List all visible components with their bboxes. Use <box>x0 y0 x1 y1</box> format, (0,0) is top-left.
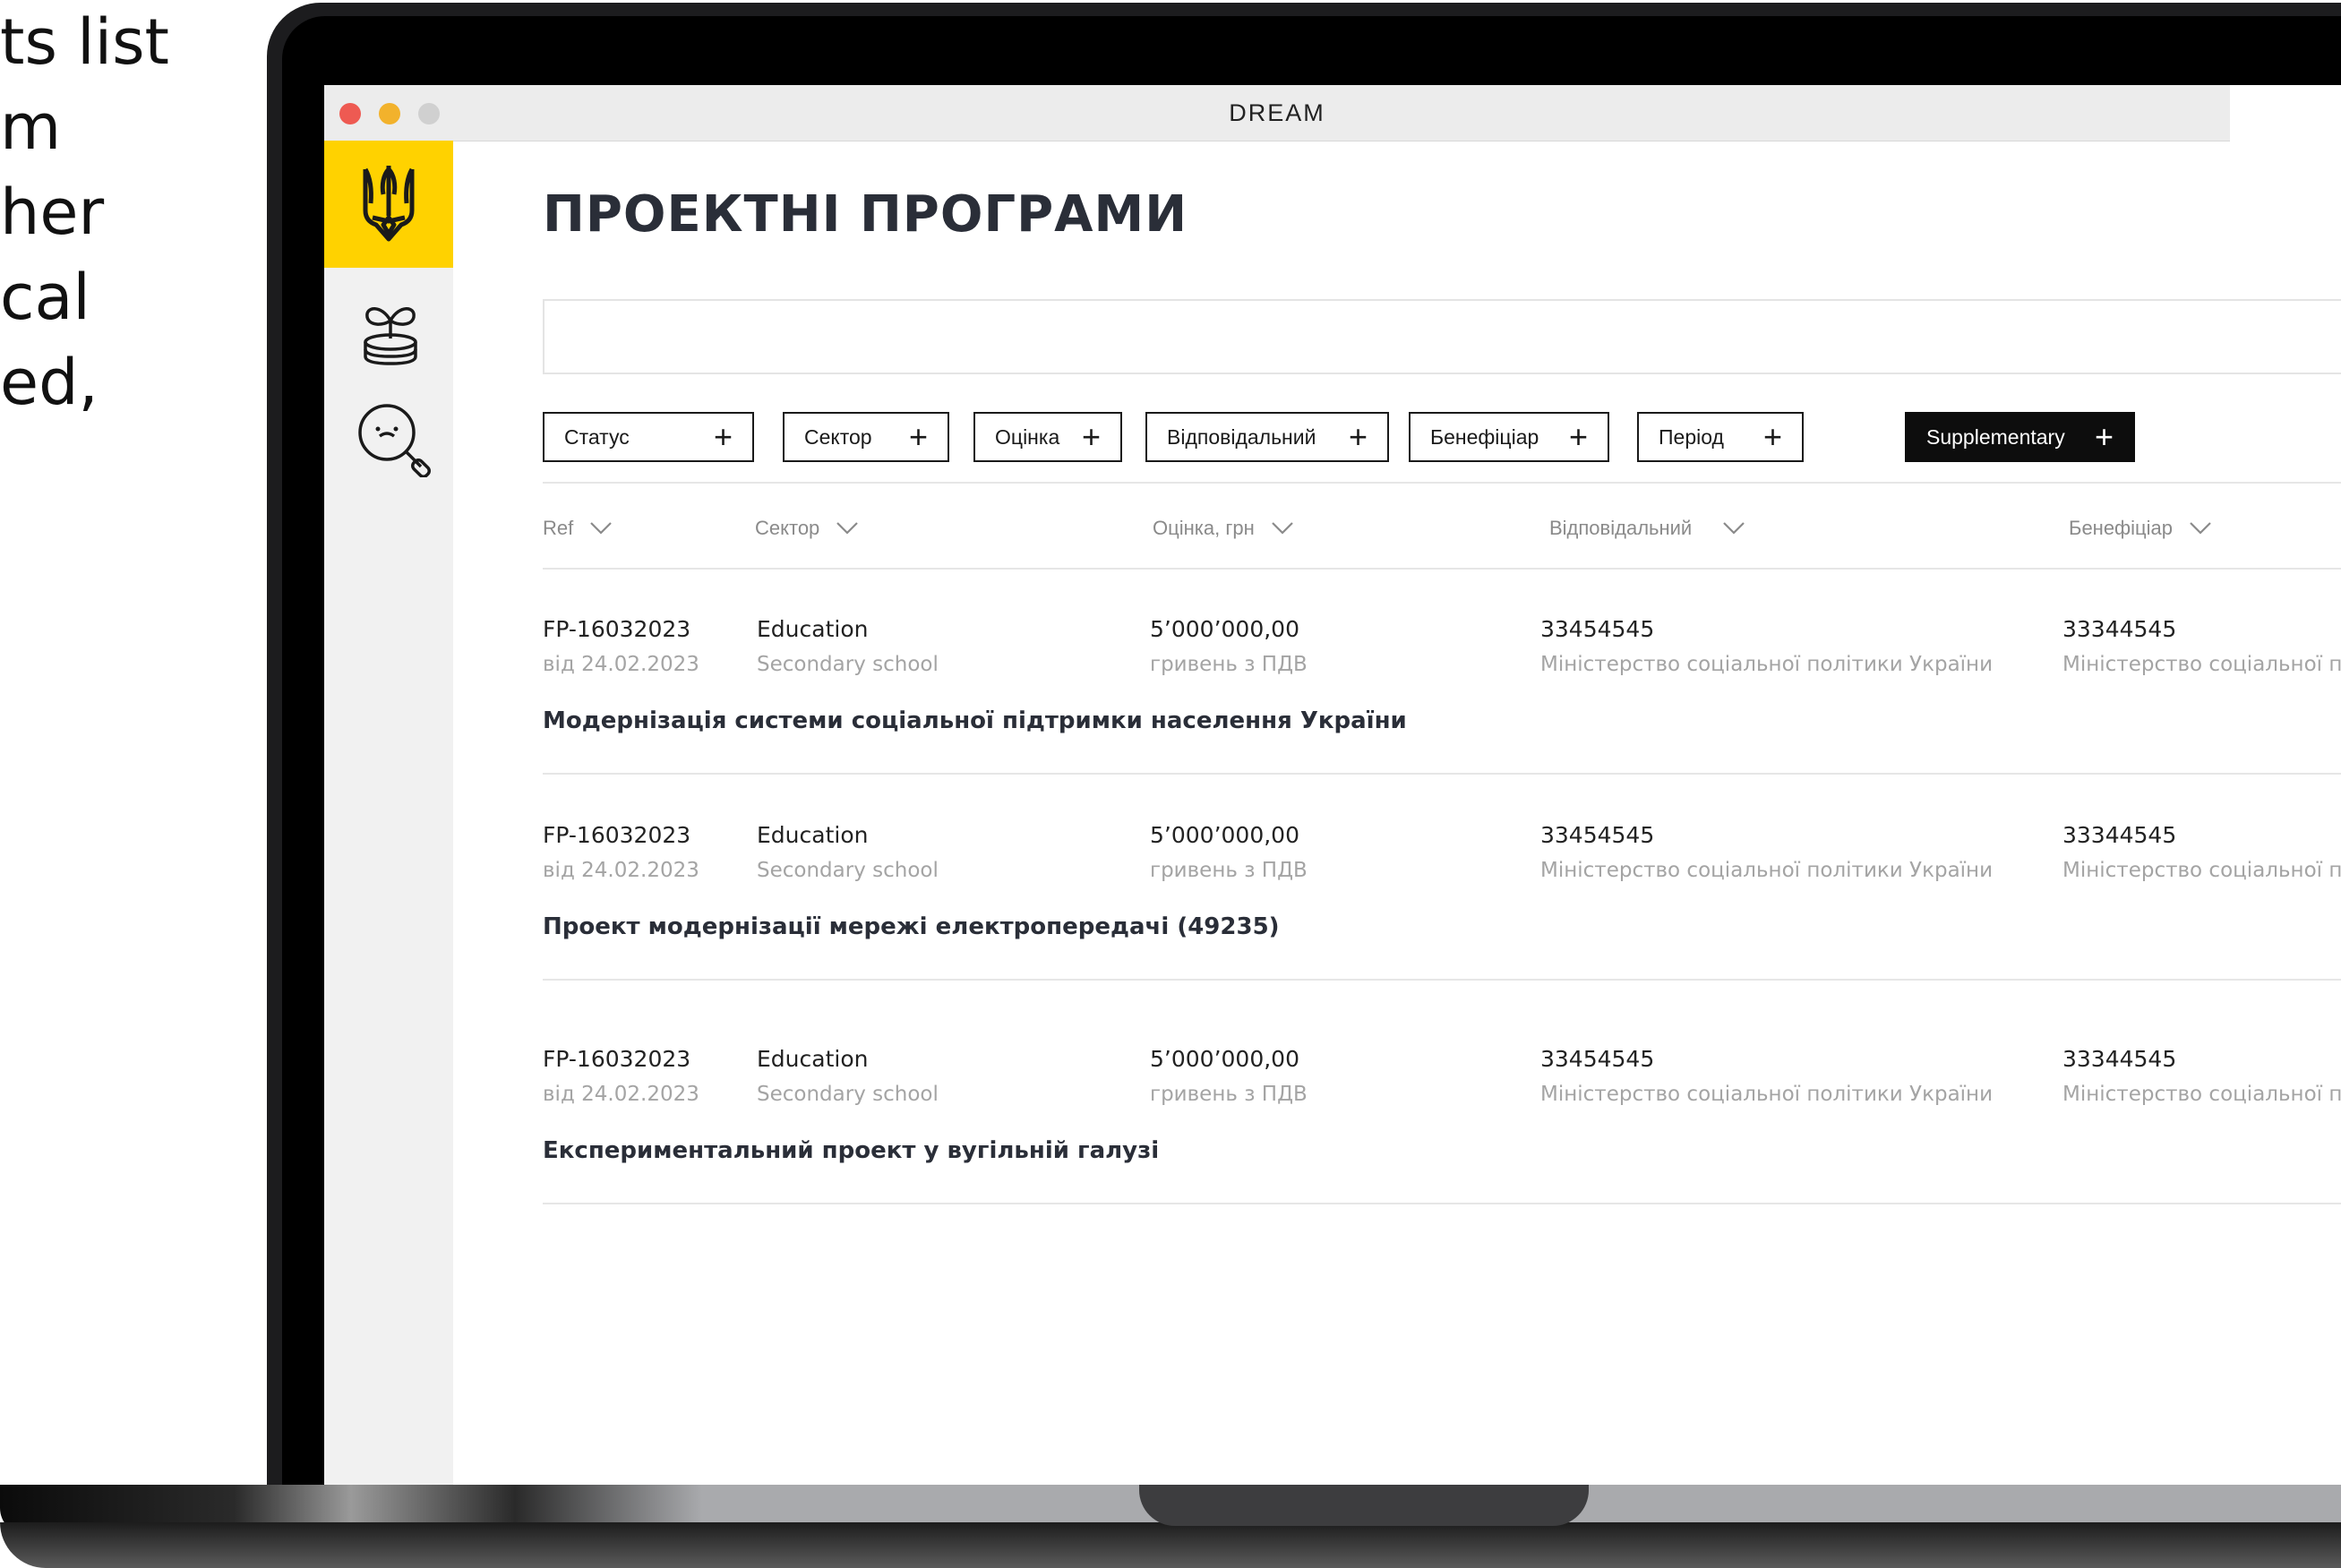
sidebar-item-funds[interactable] <box>355 297 426 369</box>
row-responsible-code: 33454545 <box>1540 1046 1655 1072</box>
divider <box>543 773 2341 775</box>
column-header-beneficiary[interactable]: Бенефіціар <box>2069 517 2212 540</box>
filter-beneficiary-button[interactable]: Бенефіціар + <box>1409 412 1609 462</box>
filter-status-button[interactable]: Статус + <box>543 412 754 462</box>
row-date: від 24.02.2023 <box>543 653 699 676</box>
laptop-notch <box>1139 1485 1589 1526</box>
column-header-sector[interactable]: Сектор <box>755 517 859 540</box>
row-responsible-name: Міністерство соціальної політики України <box>1540 859 1994 882</box>
row-project-title[interactable]: Модернізація системи соціальної підтримк… <box>543 707 1407 734</box>
filter-label: Статус <box>564 424 630 449</box>
divider <box>543 1203 2341 1204</box>
row-project-title[interactable]: Проект модернізації мережі електропереда… <box>543 913 1280 940</box>
filter-supplementary-button[interactable]: Supplementary + <box>1905 412 2135 462</box>
row-project-title[interactable]: Експериментальний проект у вугільній гал… <box>543 1137 1159 1164</box>
plus-icon: + <box>908 418 928 455</box>
column-header-rating[interactable]: Оцінка, грн <box>1153 517 1294 540</box>
row-amount-sub: гривень з ПДВ <box>1150 653 1308 676</box>
row-beneficiary-name: Міністерство соціальної по <box>2062 1083 2341 1106</box>
filter-label: Сектор <box>804 424 872 449</box>
row-ref: FP-16032023 <box>543 616 691 642</box>
row-amount: 5’000’000,00 <box>1150 822 1299 848</box>
chevron-down-icon <box>836 522 859 535</box>
divider <box>543 979 2341 981</box>
filter-label: Оцінка <box>995 424 1060 449</box>
row-ref: FP-16032023 <box>543 1046 691 1072</box>
filter-label: Бенефіціар <box>1430 424 1539 449</box>
page-title: ПРОЕКТНІ ПРОГРАМИ <box>543 185 1188 244</box>
row-beneficiary-name: Міністерство соціальної по <box>2062 653 2341 676</box>
plus-icon: + <box>1568 418 1588 455</box>
row-responsible-name: Міністерство соціальної політики України <box>1540 653 1994 676</box>
side-caption-line: ts list <box>0 5 169 79</box>
filter-responsible-button[interactable]: Відповідальний + <box>1145 412 1389 462</box>
plus-icon: + <box>1081 418 1101 455</box>
row-sector-sub: Secondary school <box>757 1083 939 1106</box>
row-beneficiary-name: Міністерство соціальної по <box>2062 859 2341 882</box>
divider <box>543 482 2341 484</box>
search-input[interactable] <box>543 299 2341 374</box>
chevron-down-icon <box>1723 522 1745 535</box>
column-header-label: Оцінка, грн <box>1153 517 1255 539</box>
row-amount-sub: гривень з ПДВ <box>1150 859 1308 882</box>
side-caption-line: her <box>0 176 105 249</box>
sidebar <box>324 141 453 1487</box>
row-beneficiary-code: 33344545 <box>2062 822 2177 848</box>
plus-icon: + <box>1762 418 1782 455</box>
trident-icon <box>363 166 415 242</box>
row-ref: FP-16032023 <box>543 822 691 848</box>
row-sector: Education <box>757 1046 869 1072</box>
column-header-label: Бенефіціар <box>2069 517 2174 539</box>
column-header-label: Сектор <box>755 517 820 539</box>
filter-label: Supplementary <box>1926 424 2065 449</box>
side-caption: ts list m her cal ed, <box>0 0 269 425</box>
row-beneficiary-code: 33344545 <box>2062 1046 2177 1072</box>
divider <box>543 568 2341 570</box>
filter-label: Відповідальний <box>1167 424 1316 449</box>
filter-rating-button[interactable]: Оцінка + <box>973 412 1122 462</box>
plus-icon: + <box>713 418 733 455</box>
window-titlebar: DREAM <box>324 85 2230 141</box>
row-sector: Education <box>757 822 869 848</box>
row-date: від 24.02.2023 <box>543 859 699 882</box>
window-title: DREAM <box>1229 99 1325 126</box>
column-header-ref[interactable]: Ref <box>543 517 613 540</box>
chevron-down-icon <box>590 522 613 535</box>
row-responsible-code: 33454545 <box>1540 616 1655 642</box>
plus-icon: + <box>1348 418 1368 455</box>
chevron-down-icon <box>1271 522 1293 535</box>
sprout-coins-icon <box>364 307 417 365</box>
column-header-responsible[interactable]: Відповідальний <box>1549 517 1745 540</box>
row-responsible-name: Міністерство соціальної політики України <box>1540 1083 1994 1106</box>
sidebar-item-search[interactable] <box>355 400 431 478</box>
side-caption-line: m <box>0 90 62 164</box>
laptop-base-shadow <box>0 1522 2341 1568</box>
row-sector-sub: Secondary school <box>757 859 939 882</box>
row-responsible-code: 33454545 <box>1540 822 1655 848</box>
row-date: від 24.02.2023 <box>543 1083 699 1106</box>
search-face-icon <box>358 404 431 478</box>
chevron-down-icon <box>2190 522 2211 535</box>
plus-icon: + <box>2094 418 2114 455</box>
row-amount: 5’000’000,00 <box>1150 1046 1299 1072</box>
column-header-label: Ref <box>543 517 574 539</box>
row-sector-sub: Secondary school <box>757 653 939 676</box>
filter-sector-button[interactable]: Сектор + <box>783 412 949 462</box>
column-header-label: Відповідальний <box>1549 517 1693 539</box>
row-amount-sub: гривень з ПДВ <box>1150 1083 1308 1106</box>
logo[interactable] <box>324 141 453 268</box>
row-sector: Education <box>757 616 869 642</box>
row-beneficiary-code: 33344545 <box>2062 616 2177 642</box>
main-content: ПРОЕКТНІ ПРОГРАМИ Статус + Сектор + Оцінка… <box>453 141 2341 1487</box>
side-caption-line: cal <box>0 261 90 334</box>
filter-period-button[interactable]: Період + <box>1637 412 1804 462</box>
filter-label: Період <box>1659 424 1724 449</box>
app-window: DREAM ПРОЕКТНІ ПРОГРАМИ Статус + Сектор … <box>324 85 2341 1487</box>
side-caption-line: ed, <box>0 346 99 419</box>
row-amount: 5’000’000,00 <box>1150 616 1299 642</box>
